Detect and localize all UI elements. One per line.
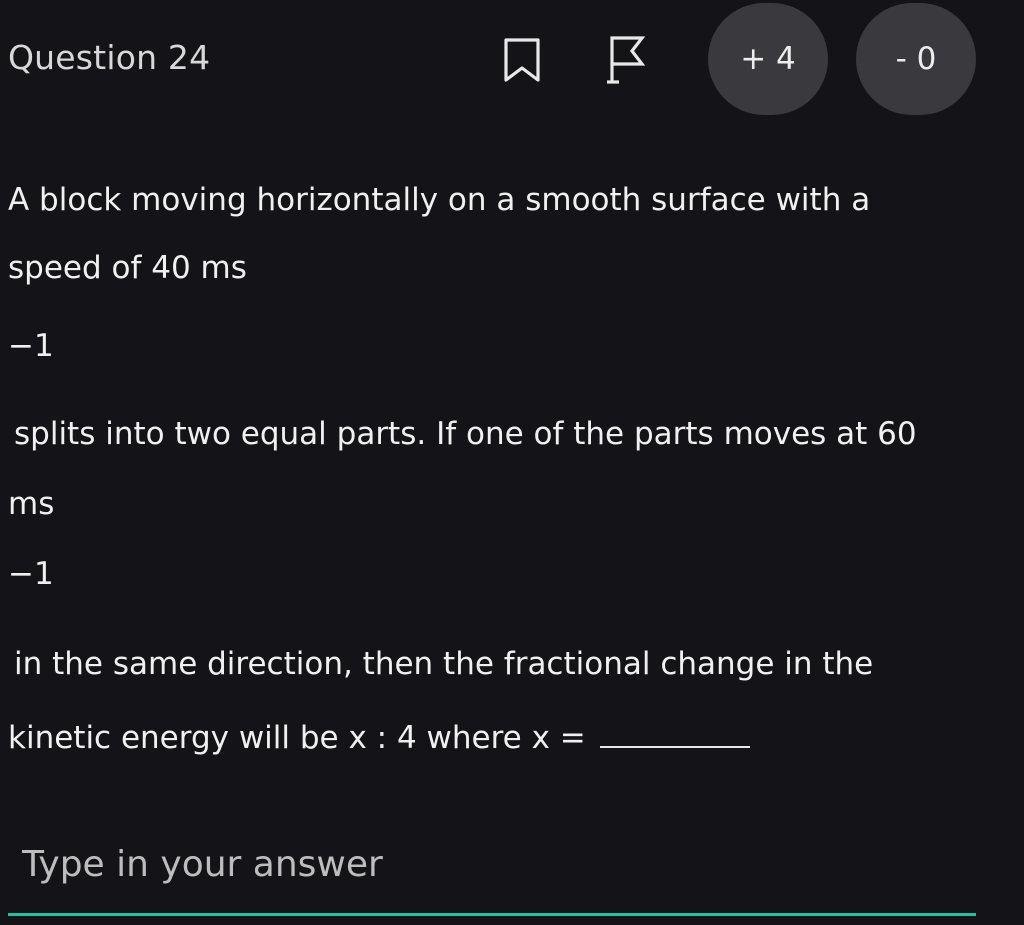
answer-section — [0, 800, 1024, 925]
flag-button[interactable] — [598, 30, 654, 90]
question-header: Question 24 + 4 - 0 — [0, 0, 1024, 120]
question-line: in the same direction, then the fraction… — [14, 646, 874, 682]
question-line: A block moving horizontally on a smooth … — [8, 182, 871, 218]
bookmark-button[interactable] — [494, 30, 550, 90]
question-line: splits into two equal parts. If one of t… — [14, 416, 917, 452]
positive-marks-badge: + 4 — [708, 3, 828, 115]
question-line: speed of 40 ms — [8, 250, 247, 286]
answer-input[interactable] — [8, 816, 976, 916]
question-line: ms — [8, 486, 55, 522]
bookmark-icon — [504, 38, 540, 82]
question-line: −1 — [8, 556, 54, 592]
question-line: kinetic energy will be x : 4 where x = — [8, 720, 586, 756]
negative-marks-badge: - 0 — [856, 3, 976, 115]
question-line-with-blank: kinetic energy will be x : 4 where x = — [8, 720, 750, 756]
flag-icon — [607, 36, 646, 84]
question-title: Question 24 — [8, 38, 211, 77]
question-line: −1 — [8, 328, 54, 364]
answer-blank — [599, 720, 750, 748]
